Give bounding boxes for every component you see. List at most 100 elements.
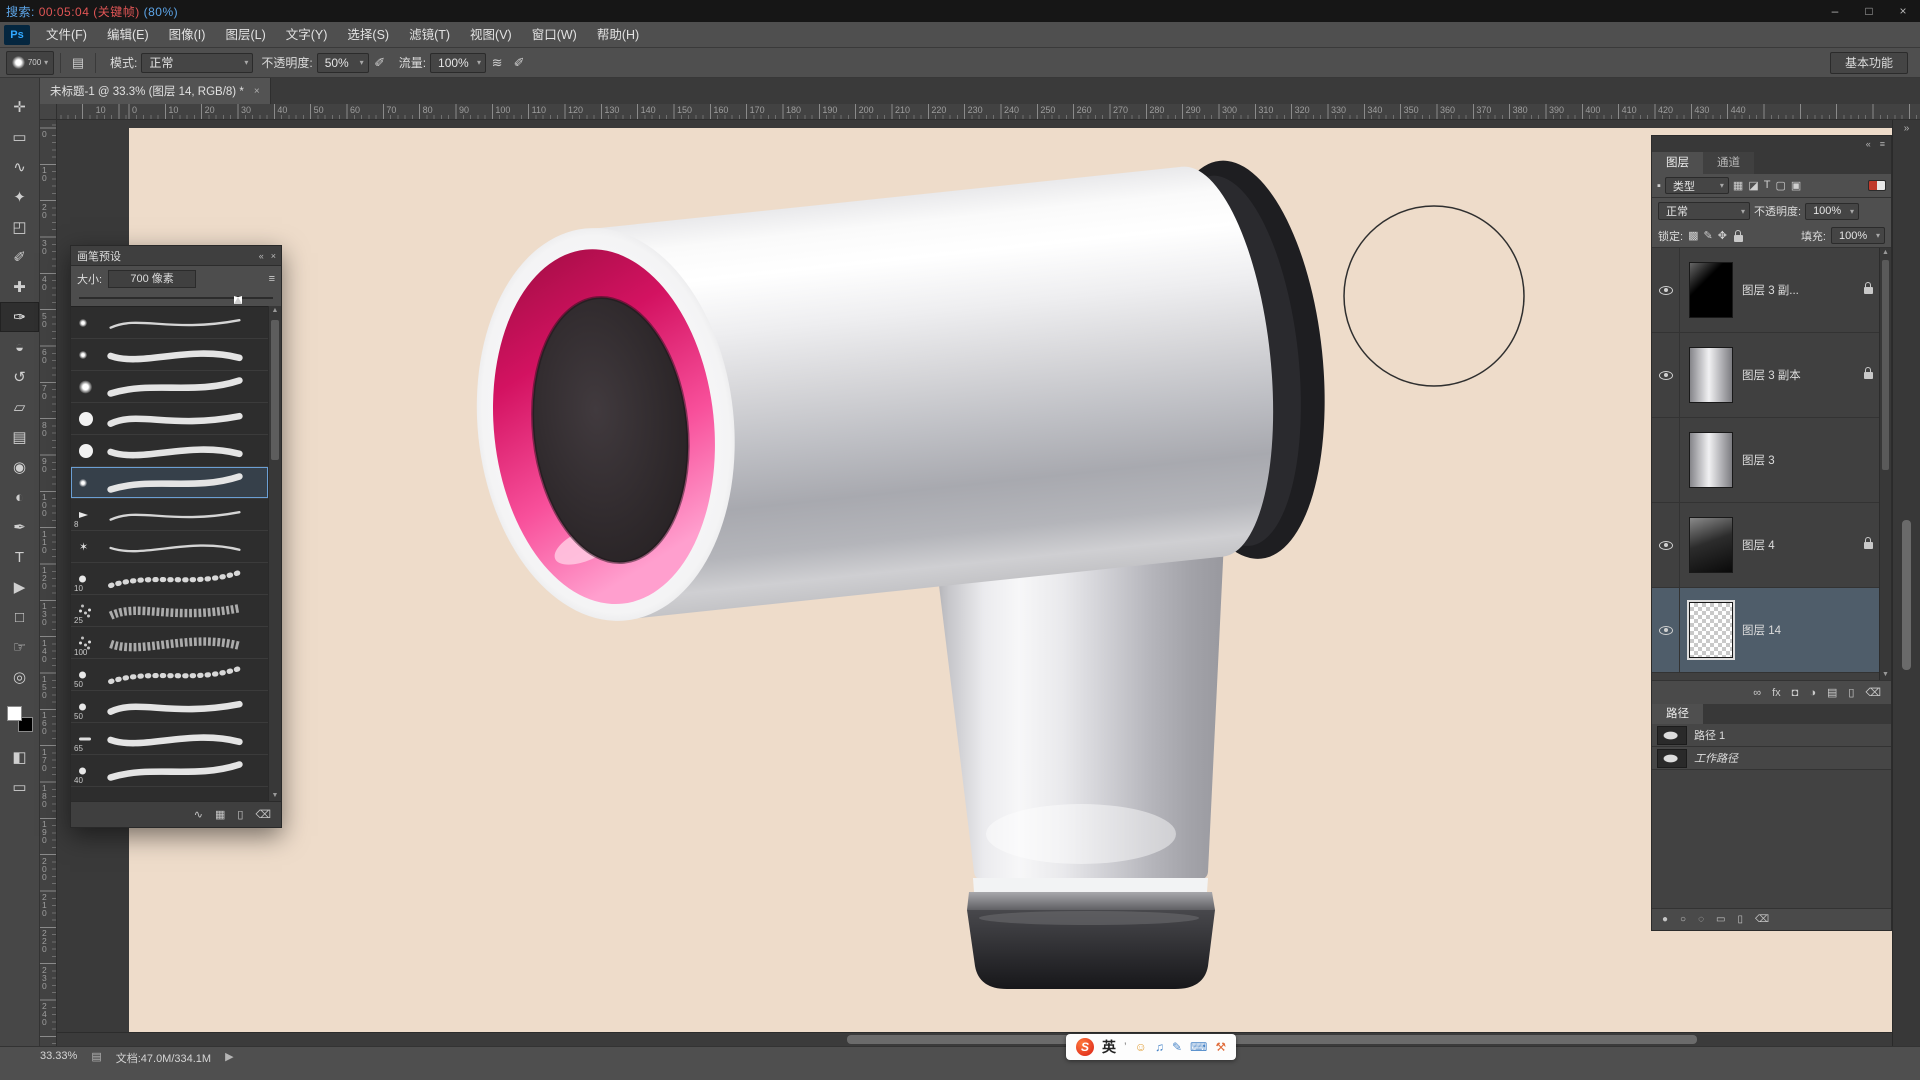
minimize-button[interactable]: – xyxy=(1818,0,1852,22)
layer-visibility-toggle[interactable] xyxy=(1652,503,1680,587)
brush-preset-picker[interactable]: 700 ▾ xyxy=(6,51,54,75)
layer-visibility-toggle[interactable] xyxy=(1652,248,1680,332)
filter-type-icon[interactable]: T xyxy=(1764,179,1771,192)
layer-filter-switch[interactable] xyxy=(1868,180,1886,191)
brush-preset-row[interactable]: 10 xyxy=(71,563,268,595)
brush-preset-row[interactable]: 40 xyxy=(71,755,268,787)
filter-shape-icon[interactable]: ▢ xyxy=(1775,179,1785,192)
layer-visibility-toggle[interactable] xyxy=(1652,418,1680,502)
path-select-tool[interactable]: ▶ xyxy=(0,572,39,602)
tab-layers[interactable]: 图层 xyxy=(1652,152,1703,174)
layer-visibility-toggle[interactable] xyxy=(1652,588,1680,672)
menu-item[interactable]: 图层(L) xyxy=(215,22,275,48)
new-layer-icon[interactable]: ▯ xyxy=(1848,686,1854,699)
tab-close-icon[interactable]: × xyxy=(254,86,260,97)
scrollbar-handle[interactable] xyxy=(271,320,279,460)
brush-preset-row[interactable] xyxy=(71,339,268,371)
layers-scrollbar[interactable]: ▲ ▼ xyxy=(1879,248,1891,680)
collapse-panel-icon[interactable]: « xyxy=(259,251,264,261)
menu-item[interactable]: 文字(Y) xyxy=(276,22,338,48)
expand-dock-icon[interactable]: » xyxy=(1893,120,1920,138)
scrollbar-handle[interactable] xyxy=(847,1035,1697,1044)
path-row[interactable]: 工作路径 xyxy=(1652,747,1891,770)
menu-item[interactable]: 帮助(H) xyxy=(587,22,649,48)
toolbox-icon[interactable]: ⚒ xyxy=(1215,1040,1226,1054)
grid-view-icon[interactable]: ▦ xyxy=(215,808,225,821)
close-button[interactable]: × xyxy=(1886,0,1920,22)
pen-tool[interactable]: ✒ xyxy=(0,512,39,542)
filter-pixel-icon[interactable]: ▦ xyxy=(1733,179,1743,192)
delete-brush-icon[interactable]: ⌫ xyxy=(255,808,271,821)
brush-preset-row[interactable]: 8 xyxy=(71,499,268,531)
layer-row[interactable]: 图层 4 xyxy=(1652,503,1891,588)
path-row[interactable]: 路径 1 xyxy=(1652,724,1891,747)
lock-position-icon[interactable]: ✥ xyxy=(1718,229,1727,242)
stroke-preview-icon[interactable]: ∿ xyxy=(194,808,203,821)
collapse-dock-icon[interactable]: « xyxy=(1866,139,1871,149)
document-tab[interactable]: 未标题-1 @ 33.3% (图层 14, RGB/8) * × xyxy=(40,78,271,104)
layer-row[interactable]: 图层 3 xyxy=(1652,418,1891,503)
lasso-tool[interactable]: ∿ xyxy=(0,152,39,182)
shape-tool[interactable]: □ xyxy=(0,602,39,632)
adjustment-layer-icon[interactable]: ◑ xyxy=(1809,687,1816,699)
lock-transparent-icon[interactable]: ▩ xyxy=(1688,229,1698,242)
brush-preset-row[interactable] xyxy=(71,531,268,563)
foreground-color-swatch[interactable] xyxy=(7,706,22,721)
menu-item[interactable]: 图像(I) xyxy=(159,22,216,48)
brush-preset-row[interactable]: 50 xyxy=(71,659,268,691)
brush-preset-row[interactable] xyxy=(71,307,268,339)
brush-preset-row[interactable]: 50 xyxy=(71,691,268,723)
layer-filter-select[interactable]: 类型 xyxy=(1665,177,1729,194)
history-brush-tool[interactable]: ↺ xyxy=(0,362,39,392)
color-swatches[interactable] xyxy=(7,706,33,732)
brush-preset-row[interactable]: 65 xyxy=(71,723,268,755)
hand-tool[interactable]: ☞ xyxy=(0,632,39,662)
flow-select[interactable]: 100% xyxy=(430,53,486,73)
workspace-switcher-button[interactable]: 基本功能 xyxy=(1830,52,1908,74)
maximize-button[interactable]: □ xyxy=(1852,0,1886,22)
handwriting-icon[interactable]: ✎ xyxy=(1172,1040,1182,1054)
horizontal-scrollbar[interactable] xyxy=(57,1032,1892,1046)
new-brush-icon[interactable]: ▯ xyxy=(237,808,243,821)
ime-language-toggle[interactable]: 英 xyxy=(1102,1037,1116,1057)
brush-preset-row[interactable] xyxy=(71,403,268,435)
panel-menu-icon[interactable]: ≡ xyxy=(1880,139,1885,149)
gradient-tool[interactable]: ▤ xyxy=(0,422,39,452)
quick-selection-tool[interactable]: ✦ xyxy=(0,182,39,212)
delete-layer-icon[interactable]: ⌫ xyxy=(1865,686,1881,699)
lock-all-icon[interactable] xyxy=(1734,235,1743,242)
size-input[interactable]: 700 像素 xyxy=(108,270,196,288)
menu-item[interactable]: 编辑(E) xyxy=(97,22,159,48)
layer-blend-mode-select[interactable]: 正常 xyxy=(1658,202,1750,220)
layer-visibility-toggle[interactable] xyxy=(1652,333,1680,417)
delete-path-icon[interactable]: ⌫ xyxy=(1755,914,1769,925)
panel-menu-icon[interactable]: ≡ xyxy=(269,273,275,285)
filter-adjustment-icon[interactable]: ◪ xyxy=(1748,179,1758,192)
sogou-logo-icon[interactable]: S xyxy=(1076,1038,1094,1056)
vertical-ruler[interactable]: 0102030405060708090100110120130140150160… xyxy=(40,120,57,1046)
brush-preset-row[interactable]: 100 xyxy=(71,627,268,659)
layer-row[interactable]: 图层 14 xyxy=(1652,588,1891,673)
menu-item[interactable]: 窗口(W) xyxy=(522,22,587,48)
menu-item[interactable]: 选择(S) xyxy=(337,22,399,48)
horizontal-ruler[interactable]: 1001020304050607080901001101201301401501… xyxy=(57,104,1920,120)
status-expand-icon[interactable]: ▶ xyxy=(225,1050,233,1063)
move-tool[interactable]: ✛ xyxy=(0,92,39,122)
layer-group-icon[interactable]: ▤ xyxy=(1827,686,1837,699)
tab-channels[interactable]: 通道 xyxy=(1703,152,1754,174)
scroll-down-icon[interactable]: ▼ xyxy=(269,791,281,801)
keyboard-icon[interactable]: ⌨ xyxy=(1190,1040,1207,1054)
tab-paths[interactable]: 路径 xyxy=(1652,704,1703,724)
layer-row[interactable]: 图层 3 副... xyxy=(1652,248,1891,333)
quick-mask-button[interactable]: ◧ xyxy=(0,742,39,772)
layer-mask-icon[interactable]: ◘ xyxy=(1792,687,1799,699)
ime-punctuation[interactable]: ’ xyxy=(1124,1040,1127,1054)
layer-opacity-select[interactable]: 100% xyxy=(1805,203,1859,220)
zoom-level[interactable]: 33.33% xyxy=(40,1050,77,1062)
screen-mode-button[interactable]: ▭ xyxy=(0,772,39,802)
type-tool[interactable]: T xyxy=(0,542,39,572)
scroll-up-icon[interactable]: ▲ xyxy=(269,306,281,316)
layer-effects-icon[interactable]: fx xyxy=(1772,687,1781,699)
filter-smart-icon[interactable]: ▣ xyxy=(1791,179,1801,192)
menu-item[interactable]: 文件(F) xyxy=(36,22,97,48)
